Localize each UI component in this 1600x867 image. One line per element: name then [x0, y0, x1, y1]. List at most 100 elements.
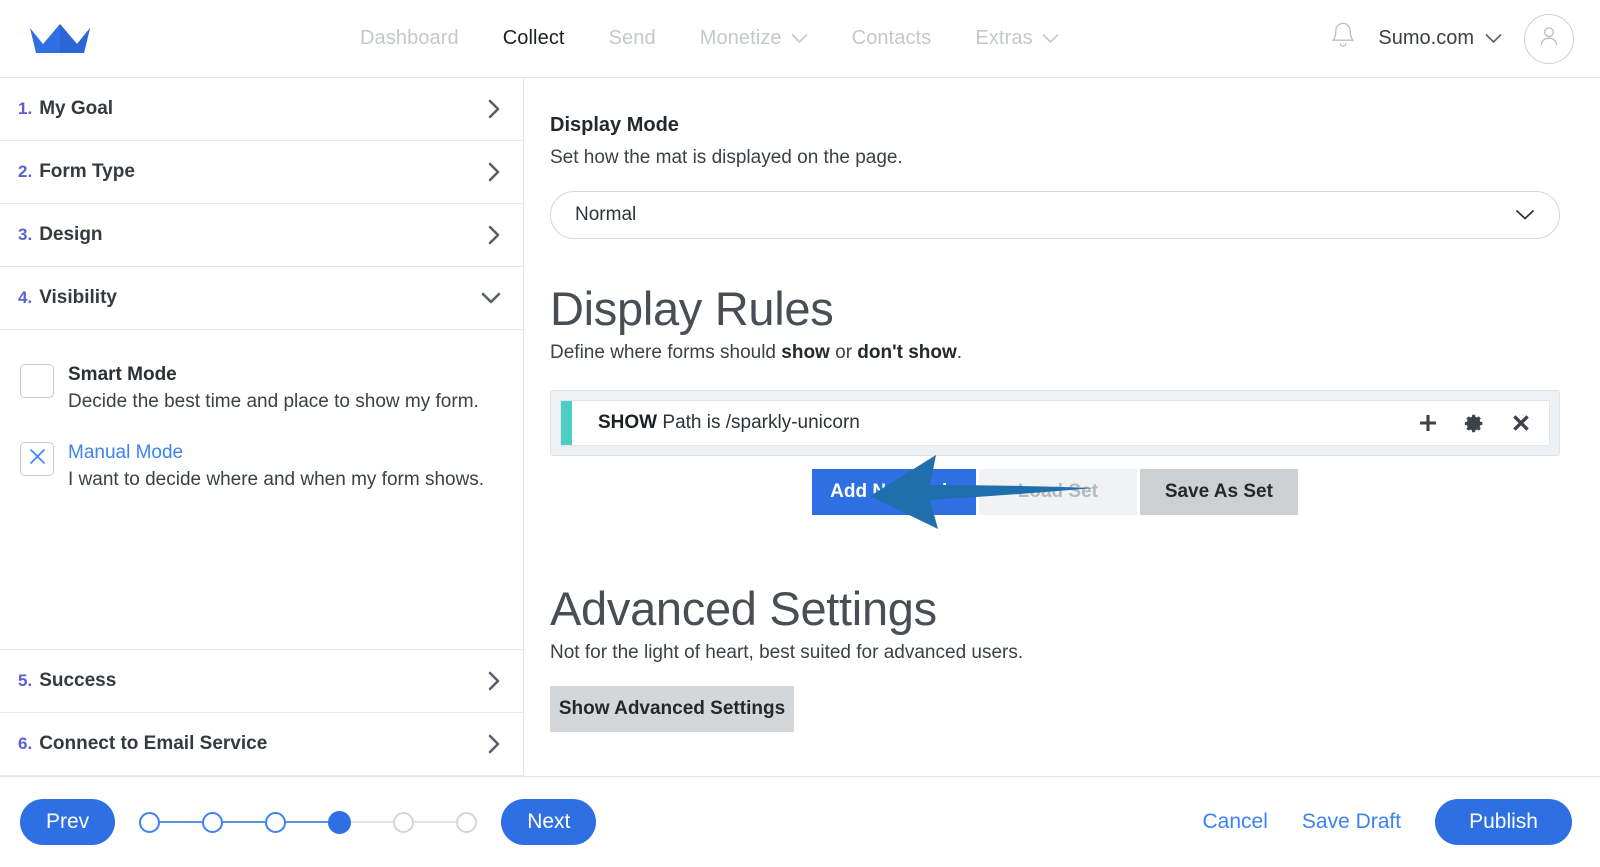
nav-item-send[interactable]: Send — [609, 27, 656, 50]
nav-item-dashboard[interactable]: Dashboard — [360, 27, 459, 50]
publish-button[interactable]: Publish — [1435, 799, 1572, 845]
advanced-settings-heading: Advanced Settings — [550, 582, 937, 635]
nav-item-collect[interactable]: Collect — [503, 27, 565, 50]
display-mode-select[interactable]: Normal — [550, 191, 1560, 239]
nav-item-contacts[interactable]: Contacts — [852, 27, 932, 50]
nav-label-collect: Collect — [502, 27, 565, 49]
page-body: 1. My Goal 2. Form Type 3. Design 4. Vis… — [0, 78, 1600, 776]
bell-icon[interactable] — [1330, 21, 1356, 56]
chevron-right-icon — [488, 225, 501, 245]
display-rules-sub-dontshow: don't show — [857, 342, 957, 363]
display-rules-sub-mid: or — [829, 342, 858, 363]
sidebar-step-success[interactable]: 5. Success — [0, 650, 523, 713]
save-draft-button[interactable]: Save Draft — [1302, 810, 1401, 834]
stepper-dot-4[interactable] — [328, 810, 352, 834]
mode-option-smart[interactable]: Smart Mode Decide the best time and plac… — [20, 362, 503, 414]
display-rules-sub-prefix: Define where forms should — [550, 342, 782, 363]
cancel-button[interactable]: Cancel — [1203, 810, 1268, 834]
smart-mode-title: Smart Mode — [68, 364, 177, 385]
display-rules-container: SHOW Path is /sparkly-unicorn — [550, 390, 1560, 456]
add-new-rule-button[interactable]: Add New Rule — [812, 469, 976, 515]
next-button[interactable]: Next — [501, 799, 597, 845]
mode-option-manual[interactable]: Manual Mode I want to decide where and w… — [20, 440, 503, 492]
main-content: Display Mode Set how the mat is displaye… — [524, 78, 1600, 776]
smart-mode-checkbox[interactable] — [20, 364, 54, 398]
rule-set-buttons: Add New Rule Load Set Save As Set — [550, 469, 1560, 515]
primary-nav: Dashboard Collect Send Monetize Contacts… — [360, 27, 1059, 50]
wizard-stepper — [139, 810, 478, 834]
step-number: 4. — [18, 288, 33, 307]
step-label: My Goal — [39, 98, 114, 119]
top-navigation-bar: Dashboard Collect Send Monetize Contacts… — [0, 0, 1600, 78]
crown-icon — [29, 23, 91, 55]
stepper-dot-6[interactable] — [456, 811, 478, 833]
stepper-bar-5 — [414, 821, 457, 823]
manual-mode-checkbox[interactable] — [20, 442, 54, 477]
display-rules-heading: Display Rules — [550, 282, 834, 335]
chevron-right-icon — [488, 99, 501, 119]
show-advanced-settings-button[interactable]: Show Advanced Settings — [550, 686, 794, 732]
stepper-bar-3 — [286, 821, 329, 823]
wizard-sidebar: 1. My Goal 2. Form Type 3. Design 4. Vis… — [0, 78, 524, 776]
nav-label-monetize: Monetize — [699, 27, 782, 49]
footer-actions: Cancel Save Draft Publish — [1203, 799, 1572, 845]
stepper-bar-1 — [160, 821, 203, 823]
prev-button[interactable]: Prev — [20, 799, 116, 845]
chevron-down-icon — [791, 27, 808, 50]
account-switcher[interactable]: Sumo.com — [1378, 27, 1502, 50]
nav-label-dashboard: Dashboard — [360, 27, 459, 49]
avatar[interactable] — [1524, 13, 1574, 64]
sidebar-step-form-type[interactable]: 2. Form Type — [0, 141, 523, 204]
nav-label-contacts: Contacts — [851, 27, 932, 49]
rule-accent-bar — [561, 401, 572, 445]
stepper-dot-2[interactable] — [202, 811, 224, 833]
step-number: 3. — [18, 225, 33, 244]
advanced-settings-subtitle: Not for the light of heart, best suited … — [550, 642, 1024, 663]
stepper-dot-5[interactable] — [393, 811, 415, 833]
step-number: 5. — [18, 671, 33, 690]
rule-action: SHOW — [598, 412, 658, 433]
nav-right-cluster: Sumo.com — [1330, 13, 1600, 64]
step-number: 6. — [18, 734, 33, 753]
nav-item-monetize[interactable]: Monetize — [700, 27, 808, 50]
load-set-button[interactable]: Load Set — [978, 469, 1137, 515]
logo-link[interactable] — [0, 23, 110, 55]
step-label: Form Type — [39, 161, 135, 182]
stepper-dot-1[interactable] — [139, 811, 161, 833]
manual-mode-description: I want to decide where and when my form … — [68, 469, 485, 491]
nav-label-send: Send — [608, 27, 656, 49]
sidebar-step-connect-email-service[interactable]: 6. Connect to Email Service — [0, 713, 523, 776]
check-x-icon — [28, 447, 47, 471]
display-mode-selected-value: Normal — [575, 204, 637, 225]
sidebar-step-visibility[interactable]: 4. Visibility — [0, 267, 523, 330]
chevron-right-icon — [488, 671, 501, 691]
nav-label-extras: Extras — [975, 27, 1033, 49]
step-number: 1. — [18, 99, 33, 118]
visibility-options-panel: Smart Mode Decide the best time and plac… — [0, 330, 523, 650]
gear-icon[interactable] — [1464, 413, 1485, 434]
rule-actions — [1418, 413, 1549, 434]
sidebar-step-design[interactable]: 3. Design — [0, 204, 523, 267]
chevron-down-icon — [481, 292, 501, 305]
step-number: 2. — [18, 162, 33, 181]
chevron-down-icon — [1515, 209, 1535, 221]
account-label: Sumo.com — [1378, 27, 1474, 49]
step-label: Success — [39, 670, 117, 691]
manual-mode-title: Manual Mode — [68, 442, 184, 464]
close-icon[interactable] — [1511, 413, 1531, 433]
step-label: Visibility — [39, 287, 117, 308]
save-as-set-button[interactable]: Save As Set — [1139, 469, 1298, 515]
plus-icon[interactable] — [1418, 413, 1438, 433]
display-rule-row[interactable]: SHOW Path is /sparkly-unicorn — [560, 400, 1550, 446]
stepper-dot-3[interactable] — [265, 811, 287, 833]
wizard-footer: Prev Next Cancel Save Draft Publish — [0, 776, 1600, 867]
chevron-right-icon — [488, 734, 501, 754]
app-root: Dashboard Collect Send Monetize Contacts… — [0, 0, 1600, 867]
manual-mode-text: Manual Mode I want to decide where and w… — [68, 440, 484, 492]
step-label: Design — [39, 224, 103, 245]
sidebar-step-my-goal[interactable]: 1. My Goal — [0, 78, 523, 141]
nav-item-extras[interactable]: Extras — [975, 27, 1059, 50]
display-rules-sub-show: show — [781, 342, 830, 363]
display-rules-sub-suffix: . — [956, 342, 963, 363]
display-mode-subtitle: Set how the mat is displayed on the page… — [550, 147, 903, 168]
